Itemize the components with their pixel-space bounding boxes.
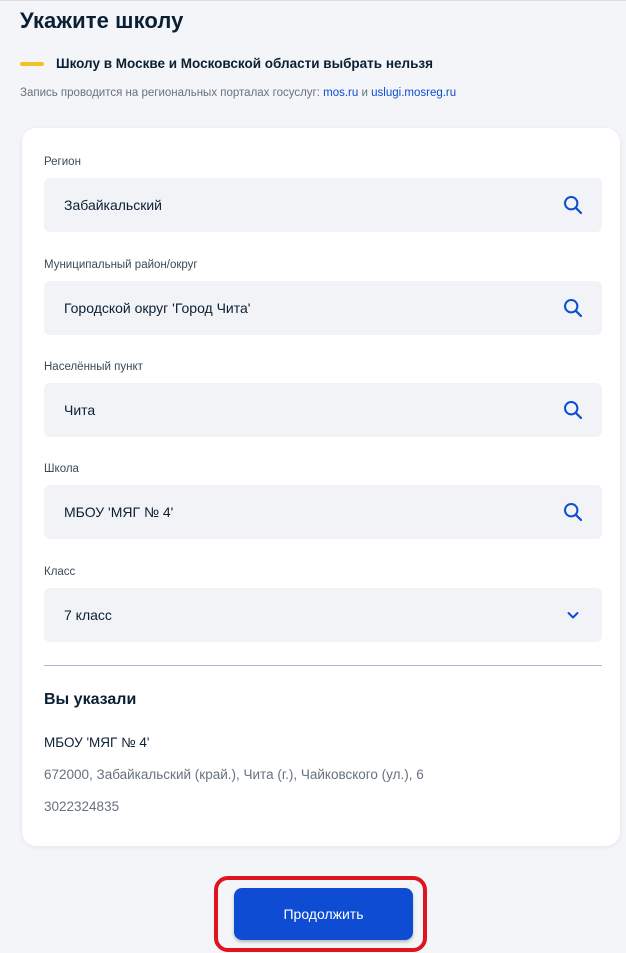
search-icon[interactable] <box>562 501 584 523</box>
school-label: Школа <box>44 463 79 475</box>
summary-address: 672000, Забайкальский (край.), Чита (г.)… <box>44 767 424 782</box>
uslugi-mosreg-link[interactable]: uslugi.mosreg.ru <box>371 87 456 99</box>
district-value: Городской округ 'Город Чита' <box>64 300 251 316</box>
class-select[interactable]: 7 класс <box>44 588 602 642</box>
school-form-card: Регион Забайкальский Муниципальный район… <box>22 128 620 846</box>
locality-input[interactable]: Чита <box>44 383 602 437</box>
region-label: Регион <box>44 156 81 168</box>
notice-text: Школу в Москве и Московской области выбр… <box>56 56 433 71</box>
portals-note-text: Запись проводится на региональных портал… <box>20 87 320 99</box>
school-value: МБОУ 'МЯГ № 4' <box>64 504 174 520</box>
portals-note: Запись проводится на региональных портал… <box>20 87 456 99</box>
summary-school: МБОУ 'МЯГ № 4' <box>44 735 150 750</box>
notice-marker <box>20 61 44 66</box>
school-field: Школа МБОУ 'МЯГ № 4' <box>44 463 602 539</box>
search-icon[interactable] <box>562 297 584 319</box>
section-divider <box>44 665 602 666</box>
page-title: Укажите школу <box>20 8 184 33</box>
region-input[interactable]: Забайкальский <box>44 178 602 232</box>
class-label: Класс <box>44 566 76 578</box>
locality-value: Чита <box>64 402 96 418</box>
district-label: Муниципальный район/округ <box>44 259 198 271</box>
class-field: Класс 7 класс <box>44 566 602 642</box>
district-input[interactable]: Городской округ 'Город Чита' <box>44 281 602 335</box>
summary-title: Вы указали <box>44 691 137 708</box>
notice: Школу в Москве и Московской области выбр… <box>20 56 433 71</box>
chevron-down-icon[interactable] <box>562 604 584 626</box>
mos-ru-link[interactable]: mos.ru <box>323 87 358 99</box>
search-icon[interactable] <box>562 194 584 216</box>
locality-field: Населённый пункт Чита <box>44 361 602 437</box>
class-value: 7 класс <box>64 607 112 623</box>
region-field: Регион Забайкальский <box>44 156 602 232</box>
top-divider <box>0 0 626 1</box>
continue-button[interactable]: Продолжить <box>234 888 413 940</box>
school-input[interactable]: МБОУ 'МЯГ № 4' <box>44 485 602 539</box>
locality-label: Населённый пункт <box>44 361 143 373</box>
summary-phone: 3022324835 <box>44 799 120 814</box>
region-value: Забайкальский <box>64 197 162 213</box>
district-field: Муниципальный район/округ Городской окру… <box>44 259 602 335</box>
search-icon[interactable] <box>562 399 584 421</box>
portals-note-conjunction: и <box>361 87 368 99</box>
